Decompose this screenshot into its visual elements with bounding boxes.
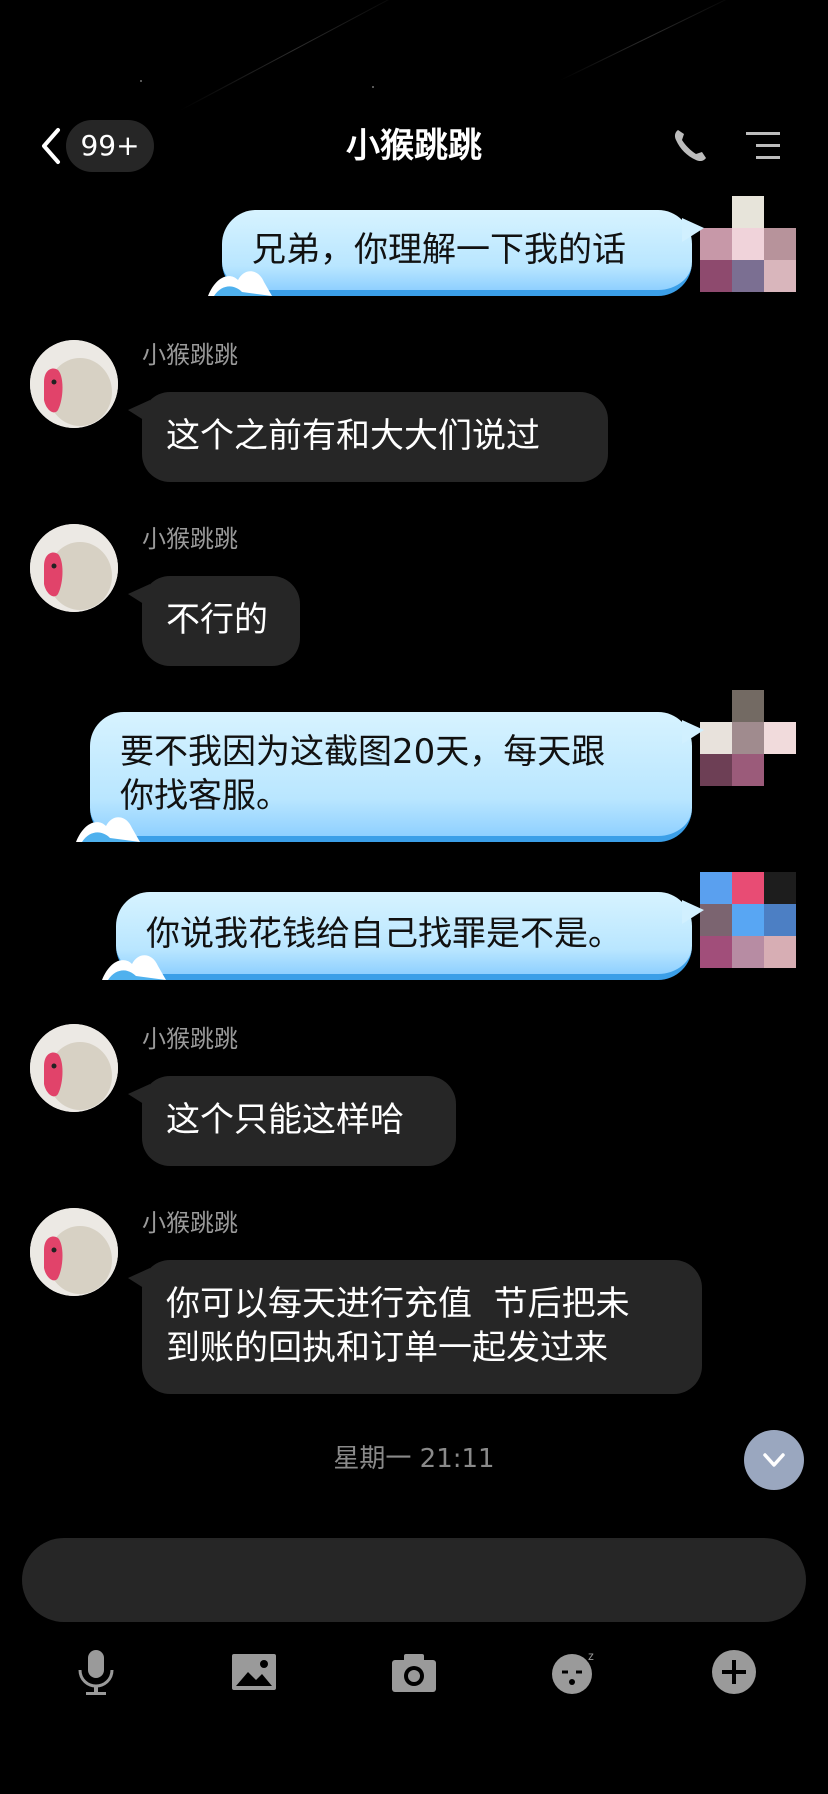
bubble-tail: [682, 900, 704, 924]
chat-header: 99+ 小猴跳跳: [0, 110, 828, 182]
message-text-line: 你找客服。: [120, 776, 290, 816]
message-input[interactable]: [22, 1538, 806, 1622]
self-avatar[interactable]: [700, 690, 796, 786]
chevron-down-icon: [763, 1453, 785, 1467]
call-button[interactable]: [668, 124, 712, 168]
voice-button[interactable]: [64, 1640, 128, 1704]
background-star: [372, 86, 374, 88]
message-text-line: 要不我因为这截图20天，每天跟: [120, 732, 606, 772]
wave-decoration-icon: [76, 817, 140, 842]
unread-count-badge[interactable]: 99+: [66, 120, 154, 172]
contact-avatar[interactable]: [30, 524, 118, 612]
background-streak: [179, 0, 410, 111]
self-avatar[interactable]: [700, 872, 796, 968]
monkey-avatar-icon: [30, 524, 118, 612]
sender-name: 小猴跳跳: [142, 341, 238, 369]
sender-name: 小猴跳跳: [142, 1209, 238, 1237]
bubble-tail: [128, 1084, 150, 1108]
contact-avatar[interactable]: [30, 1208, 118, 1296]
camera-button[interactable]: [382, 1640, 446, 1704]
message-text: 这个之前有和大大们说过: [166, 416, 540, 456]
background-streak: [559, 0, 740, 81]
message-bubble-outgoing[interactable]: 要不我因为这截图20天，每天跟 你找客服。: [76, 712, 704, 842]
wave-decoration-icon: [208, 271, 272, 296]
monkey-avatar-icon: [30, 1208, 118, 1296]
message-bubble-incoming[interactable]: 这个只能这样哈: [128, 1076, 456, 1166]
message-text: 兄弟，你理解一下我的话: [252, 230, 626, 270]
image-button[interactable]: [222, 1640, 286, 1704]
bubble-tail: [128, 400, 150, 424]
camera-icon: [392, 1654, 436, 1692]
message-text: 你说我花钱给自己找罪是不是。: [146, 914, 622, 954]
sender-name: 小猴跳跳: [142, 525, 238, 553]
contact-avatar[interactable]: [30, 340, 118, 428]
plus-icon: [712, 1650, 756, 1694]
bubble-tail: [128, 584, 150, 608]
message-bubble-outgoing[interactable]: 你说我花钱给自己找罪是不是。: [102, 892, 704, 980]
bubble-tail: [128, 1268, 150, 1292]
message-timestamp: 星期一 21:11: [333, 1444, 495, 1474]
message-text-line: 你可以每天进行充值 节后把未: [166, 1284, 630, 1324]
self-avatar[interactable]: [700, 196, 796, 292]
message-bubble-outgoing[interactable]: 兄弟，你理解一下我的话: [208, 210, 704, 296]
message-text: 这个只能这样哈: [166, 1100, 404, 1140]
sender-name: 小猴跳跳: [142, 1025, 238, 1053]
sticker-button[interactable]: z: [542, 1640, 606, 1704]
more-button[interactable]: [702, 1640, 766, 1704]
bubble-tail: [682, 218, 704, 242]
sticker-icon: z: [552, 1649, 594, 1694]
svg-text:z: z: [588, 1649, 594, 1663]
image-icon: [232, 1654, 276, 1690]
message-bubble-incoming[interactable]: 不行的: [128, 576, 300, 666]
wave-decoration-icon: [102, 955, 166, 980]
message-bubble-incoming[interactable]: 你可以每天进行充值 节后把未 到账的回执和订单一起发过来: [128, 1260, 702, 1394]
menu-icon: [746, 132, 780, 159]
microphone-icon: [78, 1650, 114, 1695]
message-text-line: 到账的回执和订单一起发过来: [166, 1328, 608, 1368]
chat-menu-button[interactable]: [742, 126, 786, 166]
background-star: [140, 80, 142, 82]
scroll-to-bottom-button[interactable]: [744, 1430, 804, 1490]
message-bubble-incoming[interactable]: 这个之前有和大大们说过: [128, 392, 608, 482]
contact-avatar[interactable]: [30, 1024, 118, 1112]
phone-icon: [674, 130, 706, 162]
monkey-avatar-icon: [30, 340, 118, 428]
monkey-avatar-icon: [30, 1024, 118, 1112]
input-toolbar: z: [0, 1640, 828, 1704]
message-text: 不行的: [166, 600, 268, 640]
bubble-tail: [682, 720, 704, 744]
chat-title: 小猴跳跳: [346, 126, 482, 166]
